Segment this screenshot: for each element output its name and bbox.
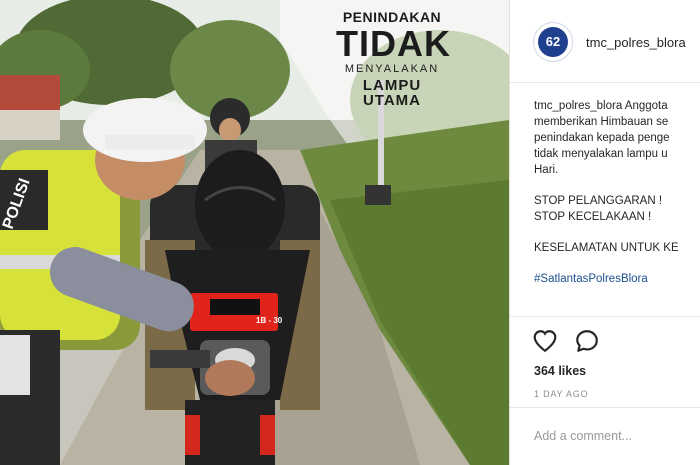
caption-line-4: tidak menyalakan lampu u	[534, 148, 668, 160]
comment-button[interactable]	[574, 328, 600, 354]
caption-line-1: Anggota	[624, 100, 668, 112]
comment-input[interactable]	[532, 422, 696, 450]
photo-overlay-title: PENINDAKAN TIDAK MENYALAKAN LAMPU UTAMA	[336, 9, 451, 109]
actions-divider	[510, 316, 700, 317]
caption-line-2: memberikan Himbauan se	[534, 116, 669, 128]
post-header: 62 tmc_polres_blora	[510, 0, 700, 83]
caption-slogan-3: KESELAMATAN UNTUK KE	[534, 242, 679, 254]
post-caption: tmc_polres_blora Anggota memberikan Himb…	[534, 98, 700, 287]
caption-username-link[interactable]: tmc_polres_blora	[534, 100, 622, 112]
avatar[interactable]: 62	[533, 22, 573, 62]
comment-bubble-icon	[576, 330, 598, 352]
post-sidebar: 62 tmc_polres_blora tmc_polres_blora Ang…	[510, 0, 700, 465]
overlay-line-1: PENINDAKAN	[342, 9, 442, 25]
caption-slogan-2: STOP KECELAKAAN !	[534, 211, 652, 223]
heart-icon	[533, 330, 557, 353]
post-timestamp: 1 DAY AGO	[534, 389, 589, 399]
instagram-post: POLISI PENINDAKAN TIDAK MENYALAKAN LAMPU…	[0, 0, 700, 465]
caption-hashtag-link[interactable]: #SatlantasPolresBlora	[534, 271, 700, 287]
avatar-logo: 62	[538, 27, 568, 57]
overlay-line-3: MENYALAKAN	[344, 63, 440, 75]
caption-line-5: Hari.	[534, 164, 559, 176]
caption-slogan-1: STOP PELANGGARAN !	[534, 195, 663, 207]
like-button[interactable]	[532, 328, 558, 354]
post-photo[interactable]: POLISI PENINDAKAN TIDAK MENYALAKAN LAMPU…	[0, 0, 509, 465]
caption-line-3: penindakan kepada penge	[534, 132, 670, 144]
overlay-line-4: LAMPU UTAMA	[362, 77, 422, 109]
likes-count[interactable]: 364 likes	[534, 364, 586, 378]
license-plate-text: 1B - 30	[256, 316, 283, 325]
comment-divider	[510, 407, 700, 408]
header-username-link[interactable]: tmc_polres_blora	[586, 35, 686, 50]
overlay-line-2: TIDAK	[336, 23, 451, 64]
